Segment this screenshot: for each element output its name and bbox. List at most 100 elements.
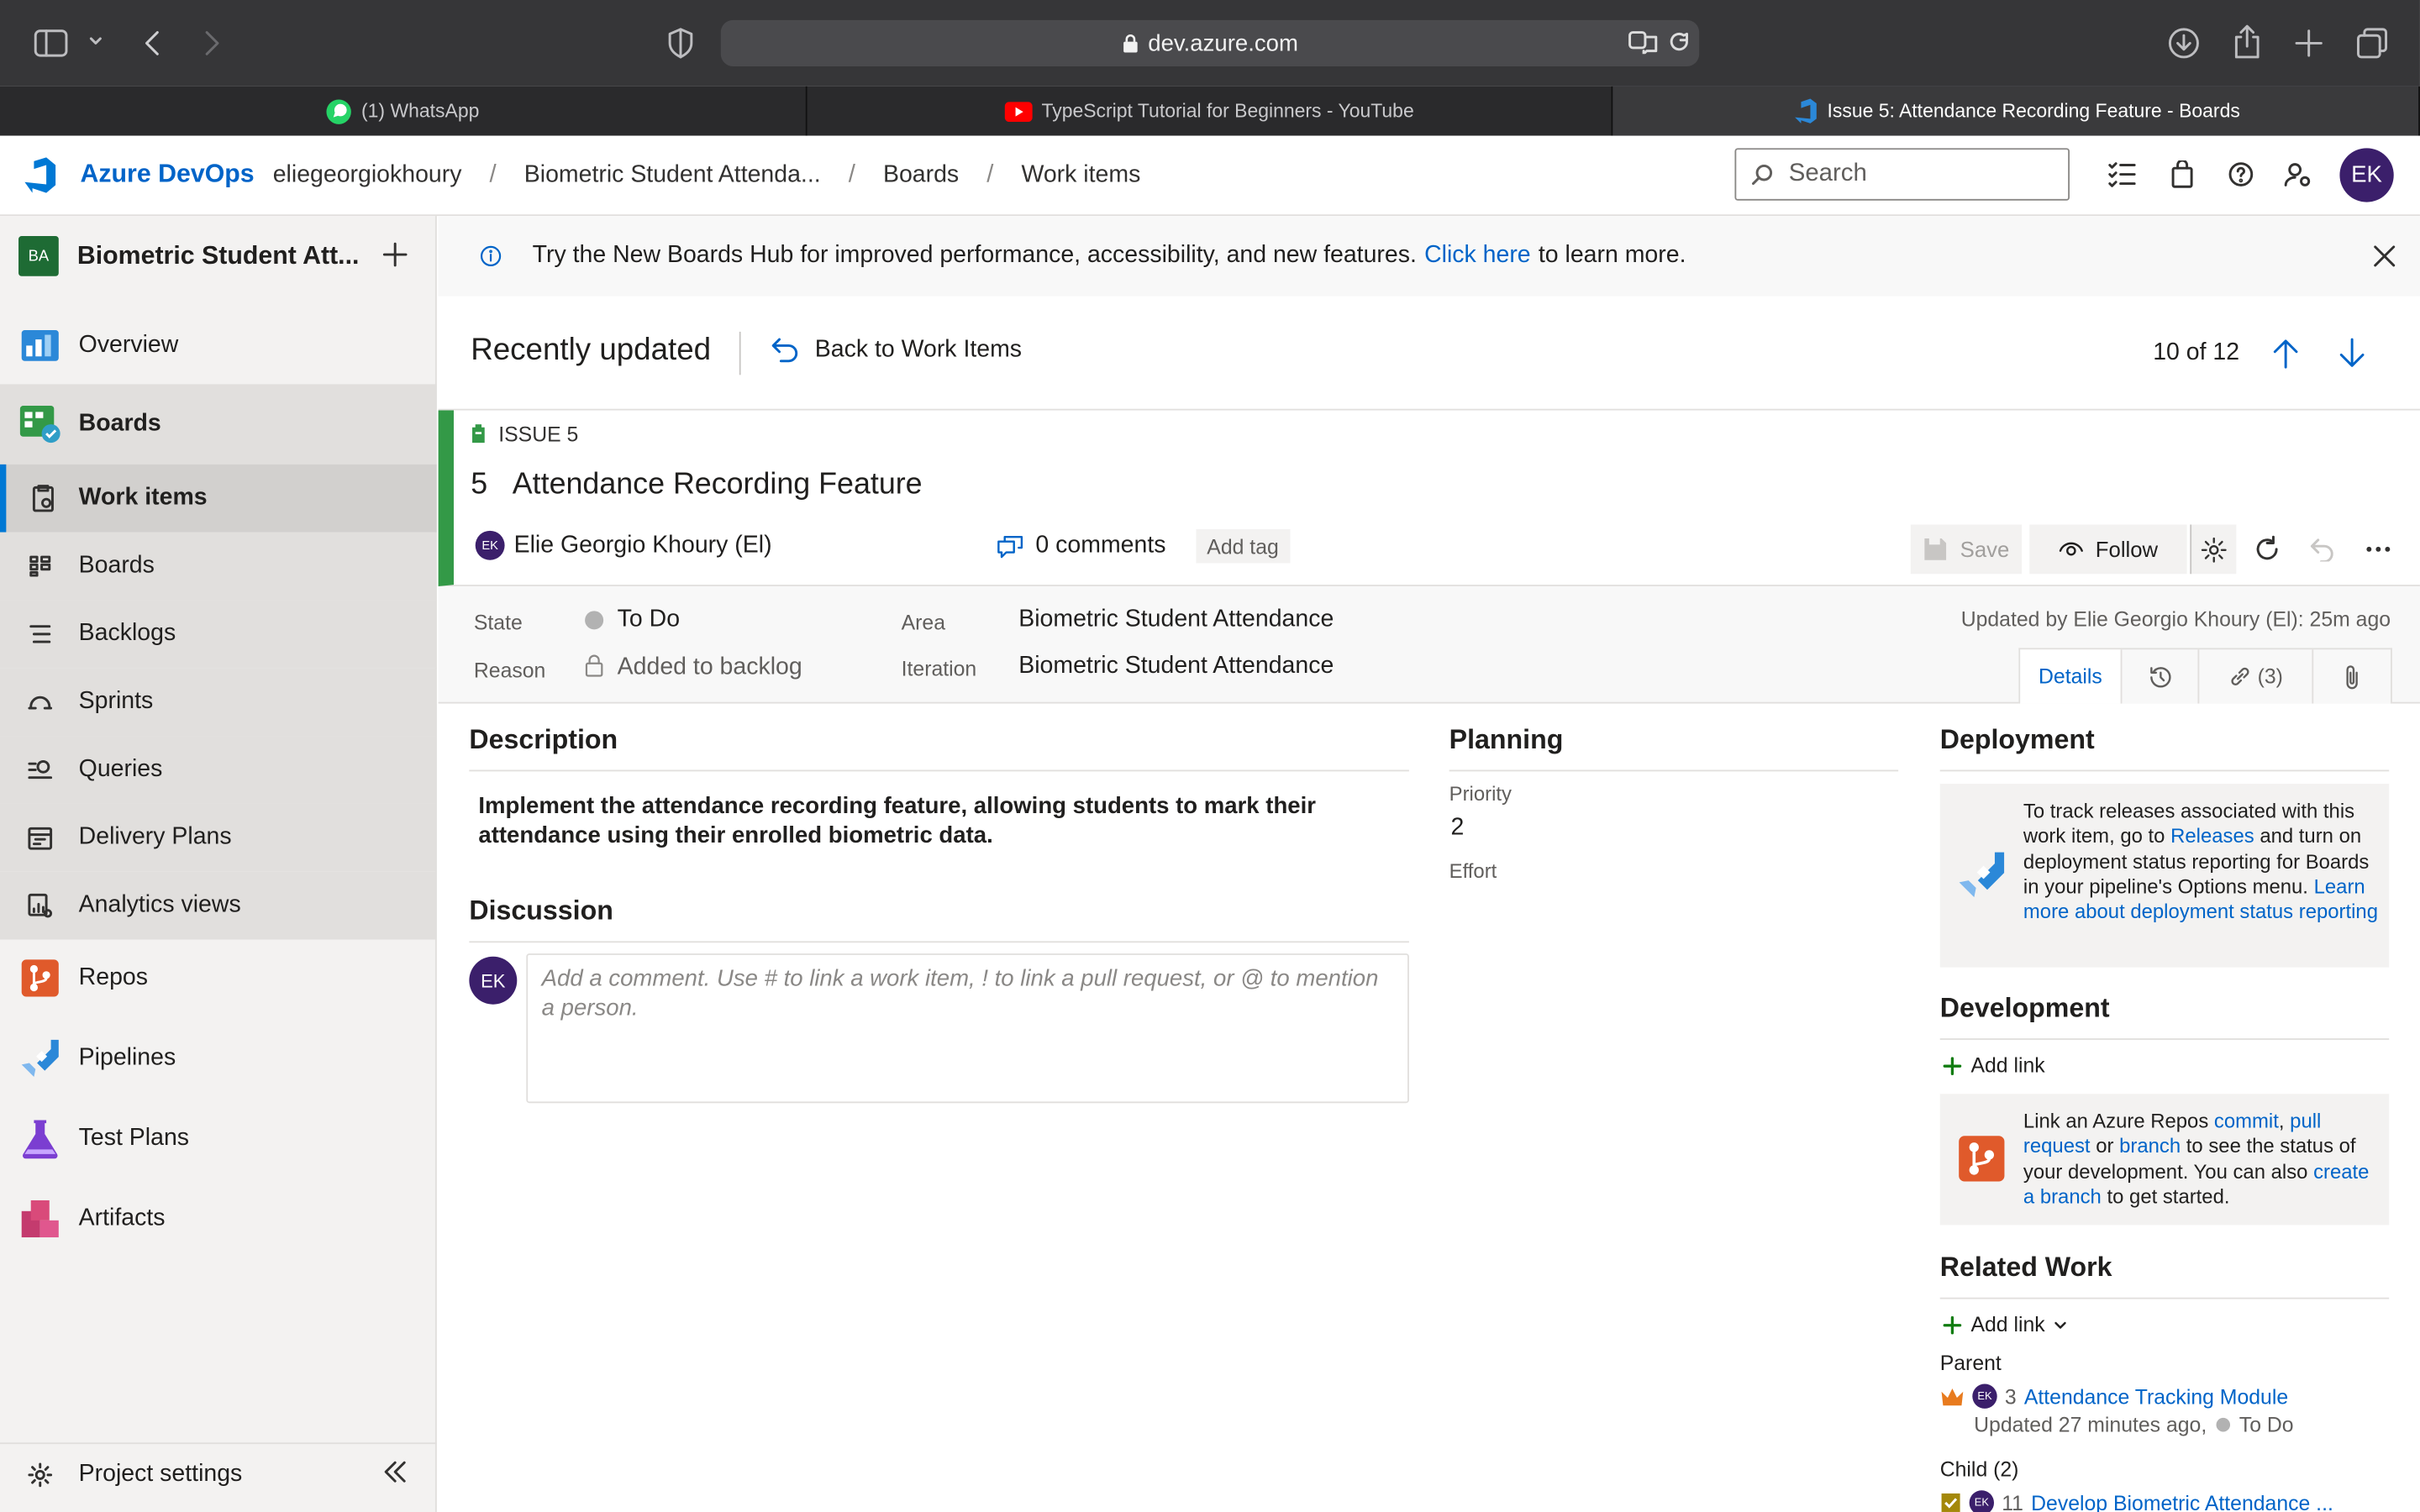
- banner-link[interactable]: Click here: [1424, 242, 1531, 270]
- sidebar-item-repos[interactable]: Repos: [0, 944, 437, 1012]
- translate-icon[interactable]: [1628, 29, 1660, 55]
- effort-input[interactable]: [1449, 889, 1881, 922]
- user-settings-icon[interactable]: [2284, 160, 2312, 188]
- tab-history[interactable]: [2122, 649, 2200, 704]
- project-header[interactable]: BA Biometric Student Att...: [18, 236, 359, 276]
- parent-title-link[interactable]: Attendance Tracking Module: [2024, 1384, 2288, 1408]
- tab-attachments[interactable]: [2313, 649, 2391, 703]
- breadcrumb-boards[interactable]: Boards: [883, 161, 959, 189]
- updated-by[interactable]: Updated by Elie Georgio Khoury (El): 25m…: [1961, 608, 2391, 632]
- pipelines-icon: [0, 1037, 79, 1079]
- url-text: dev.azure.com: [1148, 29, 1298, 57]
- child-label: Child (2): [1939, 1457, 2019, 1482]
- breadcrumb-org[interactable]: eliegeorgiokhoury: [273, 161, 462, 189]
- tab-links[interactable]: (3): [2199, 649, 2314, 704]
- azure-devops-icon: [1791, 97, 1818, 124]
- download-icon[interactable]: [2168, 28, 2200, 59]
- undo-icon[interactable]: [2310, 537, 2335, 562]
- iteration-value[interactable]: Biometric Student Attendance: [1018, 653, 1334, 680]
- releases-link[interactable]: Releases: [2170, 824, 2254, 848]
- description-text[interactable]: Implement the attendance recording featu…: [478, 791, 1404, 850]
- project-settings-button[interactable]: Project settings: [0, 1442, 437, 1504]
- share-icon[interactable]: [2233, 24, 2261, 59]
- sidebar-item-boards[interactable]: Boards: [0, 532, 437, 601]
- sidebar-item-work-items[interactable]: Work items: [0, 464, 437, 533]
- commit-link[interactable]: commit: [2214, 1110, 2279, 1133]
- related-add-link[interactable]: Add link: [1943, 1313, 2066, 1336]
- view-title[interactable]: Recently updated: [471, 333, 711, 369]
- repos-icon: [1957, 1134, 2007, 1184]
- chevron-down-icon[interactable]: [88, 34, 103, 49]
- new-tab-icon[interactable]: [2295, 29, 2323, 57]
- analytics-icon: [0, 893, 79, 918]
- sidebar-item-backlogs[interactable]: Backlogs: [0, 600, 437, 669]
- repos-icon: [0, 958, 79, 999]
- help-icon[interactable]: [2227, 160, 2254, 188]
- test-plans-icon: [0, 1119, 79, 1159]
- reload-icon[interactable]: [1668, 31, 1690, 53]
- development-add-link[interactable]: Add link: [1943, 1053, 2045, 1077]
- banner-text-after: to learn more.: [1538, 242, 1686, 269]
- child-work-item[interactable]: EK 11 Develop Biometric Attendance ...: [1940, 1490, 2333, 1512]
- priority-value[interactable]: 2: [1450, 815, 1464, 843]
- arrow-down-icon[interactable]: [2338, 338, 2366, 369]
- breadcrumb-project[interactable]: Biometric Student Attenda...: [524, 161, 821, 189]
- breadcrumb-work-items[interactable]: Work items: [1021, 161, 1140, 189]
- comments-link[interactable]: 0 comments: [997, 533, 1165, 560]
- sidebar-item-analytics-views[interactable]: Analytics views: [0, 871, 437, 940]
- brand-name[interactable]: Azure DevOps: [81, 160, 255, 190]
- sidebar-item-delivery-plans[interactable]: Delivery Plans: [0, 803, 437, 872]
- add-tag-button[interactable]: Add tag: [1196, 528, 1290, 564]
- development-info: Link an Azure Repos commit, pull request…: [1939, 1094, 2390, 1226]
- sidebar-item-test-plans[interactable]: Test Plans: [0, 1105, 437, 1173]
- close-icon[interactable]: [2374, 245, 2396, 267]
- back-arrow-icon[interactable]: [142, 28, 164, 59]
- sidebar-item-queries[interactable]: Queries: [0, 736, 437, 804]
- shopping-bag-icon[interactable]: [2170, 160, 2194, 188]
- sidebar-item-artifacts[interactable]: Artifacts: [0, 1185, 437, 1253]
- more-options-icon[interactable]: [2366, 546, 2391, 552]
- comment-input[interactable]: Add a comment. Use # to link a work item…: [526, 953, 1409, 1104]
- refresh-icon[interactable]: [2254, 535, 2281, 563]
- tab-overview-icon[interactable]: [2357, 28, 2388, 59]
- tab-azure-boards[interactable]: Issue 5: Attendance Recording Feature - …: [1612, 86, 2420, 136]
- branch-link[interactable]: branch: [2119, 1135, 2181, 1158]
- task-checkbox-icon: [1940, 1492, 1962, 1512]
- breadcrumb-separator: /: [986, 160, 994, 188]
- arrow-up-icon[interactable]: [2272, 338, 2300, 369]
- breadcrumb-separator: /: [848, 160, 855, 188]
- area-value[interactable]: Biometric Student Attendance: [1018, 606, 1334, 634]
- shield-icon[interactable]: [666, 28, 694, 59]
- sidebar-toggle-icon[interactable]: [34, 28, 68, 59]
- sidebar-item-overview[interactable]: Overview: [0, 317, 437, 375]
- address-bar[interactable]: dev.azure.com: [720, 19, 1700, 66]
- sidebar-item-pipelines[interactable]: Pipelines: [0, 1025, 437, 1093]
- state-value[interactable]: To Do: [618, 606, 680, 634]
- tab-youtube[interactable]: TypeScript Tutorial for Beginners - YouT…: [807, 86, 1613, 136]
- user-avatar[interactable]: EK: [2339, 148, 2394, 202]
- tab-whatsapp[interactable]: (1) WhatsApp: [0, 86, 807, 136]
- search-box[interactable]: Search: [1734, 148, 2070, 201]
- child-title-link[interactable]: Develop Biometric Attendance ...: [2031, 1491, 2333, 1512]
- divider: [1939, 769, 2390, 772]
- discussion-heading: Discussion: [469, 895, 613, 927]
- sidebar-item-sprints[interactable]: Sprints: [0, 668, 437, 737]
- task-list-icon[interactable]: [2108, 160, 2136, 188]
- azure-devops-logo-icon[interactable]: [22, 156, 59, 193]
- back-to-work-items-button[interactable]: Back to Work Items: [771, 336, 1022, 364]
- save-button[interactable]: Save: [1910, 524, 2023, 575]
- parent-work-item[interactable]: EK 3 Attendance Tracking Module: [1940, 1383, 2288, 1409]
- settings-button[interactable]: [2190, 524, 2237, 575]
- add-icon[interactable]: [382, 242, 408, 267]
- browser-tab-strip: (1) WhatsApp TypeScript Tutorial for Beg…: [0, 86, 2420, 136]
- work-item-title[interactable]: Attendance Recording Feature: [513, 468, 923, 503]
- parent-avatar: EK: [1972, 1383, 1997, 1409]
- plus-icon: [1943, 1056, 1962, 1075]
- forward-arrow-icon[interactable]: [201, 28, 223, 59]
- tab-details[interactable]: Details: [2020, 649, 2123, 704]
- assignee-picker[interactable]: EK Elie Georgio Khoury (El): [475, 530, 772, 560]
- sidebar-item-boards-hub[interactable]: Boards: [0, 384, 437, 465]
- sprints-icon: [0, 693, 79, 711]
- collapse-sidebar-icon[interactable]: [383, 1461, 408, 1483]
- follow-button[interactable]: Follow: [2029, 524, 2187, 575]
